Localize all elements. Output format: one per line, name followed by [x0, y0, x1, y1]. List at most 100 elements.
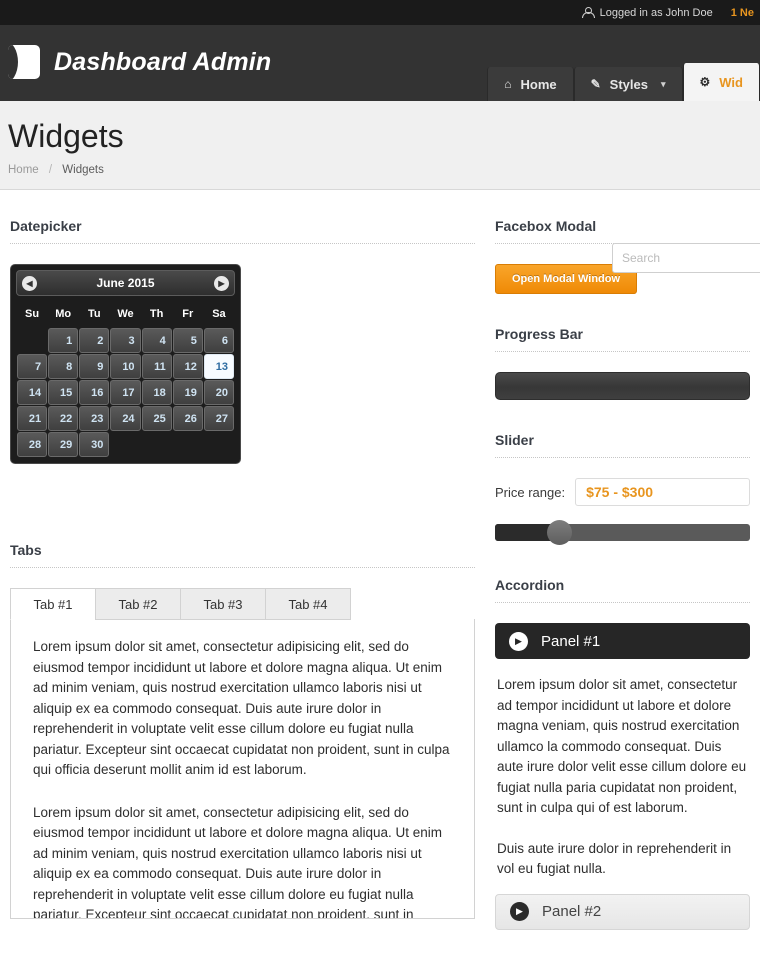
notification-badge[interactable]: 1 Ne	[731, 7, 754, 19]
nav-item-styles-label: Styles	[609, 76, 648, 92]
price-range-label: Price range:	[495, 484, 566, 500]
progress-divider	[495, 351, 750, 352]
breadcrumb-home[interactable]: Home	[8, 164, 39, 176]
datepicker-day-15[interactable]: 15	[48, 380, 79, 405]
datepicker-day-26[interactable]: 26	[172, 406, 203, 431]
facebox-heading: Facebox Modal	[495, 218, 597, 234]
home-icon: ⌂	[504, 77, 512, 91]
datepicker-day-empty	[173, 432, 203, 457]
tabs-strip: Tab #1 Tab #2 Tab #3 Tab #4	[10, 588, 475, 620]
datepicker-day-1[interactable]: 1	[48, 328, 79, 353]
datepicker-month-label: June 2015	[96, 276, 155, 290]
datepicker-week-row: 21 22 23 24 25 26 27	[17, 406, 234, 431]
datepicker-day-7[interactable]: 7	[17, 354, 48, 379]
datepicker-day-9[interactable]: 9	[79, 354, 110, 379]
datepicker-day-5[interactable]: 5	[172, 328, 203, 353]
accordion-header-1[interactable]: ▶ Panel #1	[495, 623, 750, 659]
datepicker-day-6[interactable]: 6	[203, 328, 234, 353]
left-column: Datepicker ◀ June 2015 ▶ Su Mo Tu We Th Fr Sa …	[0, 218, 485, 930]
datepicker-day-18[interactable]: 18	[141, 380, 172, 405]
nav-item-styles[interactable]: ✎ Styles ▾	[573, 67, 683, 101]
datepicker-day-8[interactable]: 8	[48, 354, 79, 379]
datepicker-day-empty	[17, 328, 47, 353]
accordion-heading: Accordion	[495, 577, 565, 593]
datepicker-divider	[10, 243, 475, 244]
nav-item-home-label: Home	[520, 76, 557, 92]
datepicker-day-27[interactable]: 27	[203, 406, 234, 431]
tab-1[interactable]: Tab #1	[10, 588, 96, 620]
accordion-header-2[interactable]: ▶ Panel #2	[495, 893, 750, 930]
datepicker-widget[interactable]: ◀ June 2015 ▶ Su Mo Tu We Th Fr Sa 1 2 3 4 5 6 7 8 9 10…	[10, 264, 241, 464]
tab-2[interactable]: Tab #2	[95, 588, 181, 620]
datepicker-day-24[interactable]: 24	[110, 406, 141, 431]
top-utility-bar: Logged in as John Doe 1 Ne	[0, 0, 760, 25]
datepicker-day-16[interactable]: 16	[79, 380, 110, 405]
datepicker-day-22[interactable]: 22	[48, 406, 79, 431]
accordion-widget: ▶ Panel #1 Lorem ipsum dolor sit amet, con…	[495, 623, 750, 930]
slider-track[interactable]	[495, 520, 750, 545]
breadcrumb: Home / Widgets	[8, 164, 760, 176]
datepicker-day-2[interactable]: 2	[79, 328, 110, 353]
masthead: Dashboard Admin ⌂ Home ✎ Styles ▾ ⚙ Wid	[0, 25, 760, 101]
search-input[interactable]: Search	[612, 243, 760, 273]
main-navigation: ⌂ Home ✎ Styles ▾ ⚙ Wid	[487, 63, 760, 101]
price-range-row: Price range: $75 - $300	[495, 478, 750, 506]
user-icon	[581, 6, 595, 19]
chevron-down-icon: ▾	[660, 78, 666, 89]
datepicker-day-30[interactable]: 30	[79, 432, 110, 457]
nav-item-widgets-label: Wid	[719, 74, 743, 90]
datepicker-day-23[interactable]: 23	[79, 406, 110, 431]
datepicker-weekday-sa: Sa	[212, 308, 226, 320]
pencil-icon: ✎	[590, 77, 601, 91]
datepicker-heading: Datepicker	[10, 218, 82, 234]
datepicker-day-empty	[142, 432, 172, 457]
datepicker-day-11[interactable]: 11	[141, 354, 172, 379]
slider-fill	[495, 524, 554, 541]
datepicker-weekday-we: We	[117, 308, 134, 320]
datepicker-weekday-fr: Fr	[182, 308, 194, 320]
datepicker-day-4[interactable]: 4	[141, 328, 172, 353]
datepicker-day-10[interactable]: 10	[110, 354, 141, 379]
breadcrumb-current: Widgets	[62, 164, 104, 176]
datepicker-grid: Su Mo Tu We Th Fr Sa 1 2 3 4 5 6 7 8 9 10 11 12 13 14 15 16 17…	[16, 300, 235, 458]
progress-heading: Progress Bar	[495, 326, 583, 342]
right-column: Facebox Modal Open Modal Window Progress…	[485, 218, 760, 930]
tabs-heading: Tabs	[10, 542, 42, 558]
tab-4[interactable]: Tab #4	[265, 588, 351, 620]
logged-in-label: Logged in as John Doe	[599, 6, 713, 19]
tabs-divider	[10, 567, 475, 568]
brand[interactable]: Dashboard Admin	[0, 45, 271, 101]
accordion-body-1: Lorem ipsum dolor sit amet, consectetur …	[495, 659, 750, 894]
datepicker-day-19[interactable]: 19	[172, 380, 203, 405]
tab-panel-paragraph: Lorem ipsum dolor sit amet, consectetur …	[33, 639, 450, 777]
datepicker-day-17[interactable]: 17	[110, 380, 141, 405]
tab-panel: Lorem ipsum dolor sit amet, consectetur …	[10, 619, 475, 919]
datepicker-day-25[interactable]: 25	[141, 406, 172, 431]
main-content: Datepicker ◀ June 2015 ▶ Su Mo Tu We Th Fr Sa …	[0, 190, 760, 930]
tab-3[interactable]: Tab #3	[180, 588, 266, 620]
datepicker-day-29[interactable]: 29	[48, 432, 79, 457]
datepicker-week-row: 7 8 9 10 11 12 13	[17, 354, 234, 379]
accordion-label-1: Panel #1	[541, 632, 601, 650]
datepicker-week-row: 123456	[17, 328, 234, 353]
price-range-value[interactable]: $75 - $300	[575, 478, 750, 506]
play-circle-icon: ▶	[510, 902, 529, 921]
datepicker-weekday-th: Th	[149, 308, 164, 320]
nav-item-home[interactable]: ⌂ Home	[487, 67, 574, 101]
chevron-right-icon[interactable]: ▶	[214, 276, 229, 291]
datepicker-day-21[interactable]: 21	[17, 406, 48, 431]
datepicker-header: ◀ June 2015 ▶	[16, 270, 235, 296]
nav-item-widgets[interactable]: ⚙ Wid	[682, 63, 760, 101]
datepicker-day-20[interactable]: 20	[203, 380, 234, 405]
datepicker-weekday-tu: Tu	[88, 308, 101, 320]
chevron-left-icon[interactable]: ◀	[22, 276, 37, 291]
datepicker-day-3[interactable]: 3	[110, 328, 141, 353]
datepicker-day-28[interactable]: 28	[17, 432, 48, 457]
datepicker-weekday-su: Su	[25, 308, 40, 320]
logged-in-user[interactable]: Logged in as John Doe	[581, 6, 713, 19]
datepicker-day-13[interactable]: 13	[203, 354, 234, 379]
gear-icon: ⚙	[699, 75, 711, 89]
datepicker-day-12[interactable]: 12	[172, 354, 203, 379]
play-circle-icon: ▶	[509, 631, 528, 651]
datepicker-day-14[interactable]: 14	[17, 380, 48, 405]
